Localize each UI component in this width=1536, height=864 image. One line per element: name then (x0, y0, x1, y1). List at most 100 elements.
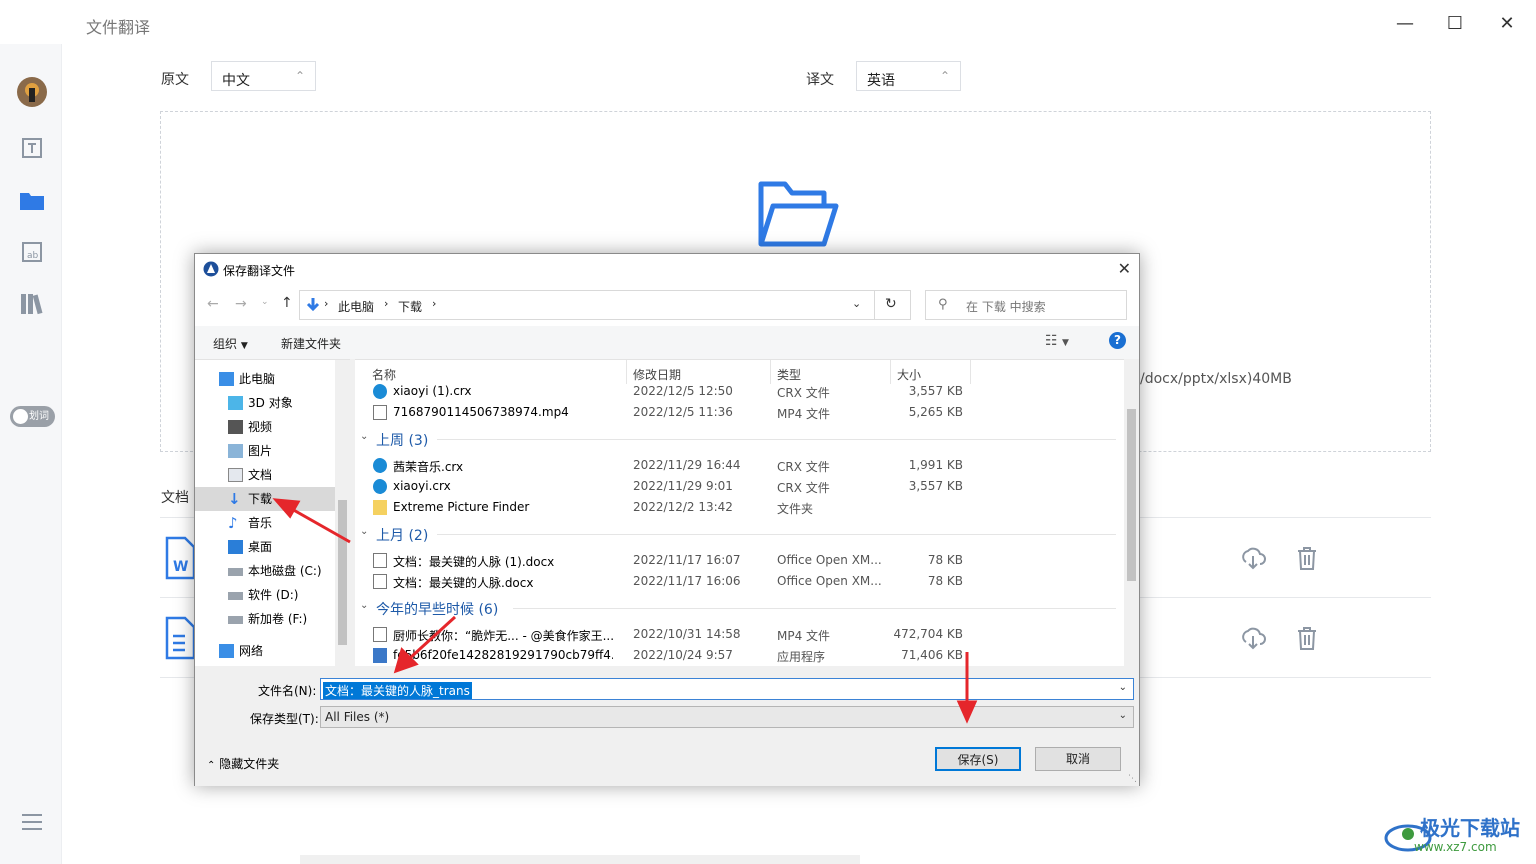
chevron-down-icon: ⌄ (1118, 682, 1127, 693)
cancel-button[interactable]: 取消 (1035, 747, 1121, 771)
avatar[interactable] (16, 76, 48, 108)
close-icon[interactable]: ✕ (1118, 259, 1131, 278)
filetype-select[interactable]: All Files (*) ⌄ (320, 706, 1134, 728)
drive-icon (228, 616, 243, 624)
file-date: 2022/12/2 13:42 (633, 500, 733, 514)
file-type: CRX 文件 (777, 460, 830, 474)
list-item[interactable]: xiaoyi (1).crx 2022/12/5 12:50 CRX 文件 3,557… (355, 381, 1124, 402)
library-icon[interactable] (16, 288, 48, 320)
address-bar[interactable]: › 此电脑 › 下载 › ⌄ ↻ (299, 290, 911, 320)
picture-icon (228, 444, 243, 458)
file-date: 2022/12/5 12:50 (633, 384, 733, 398)
document-file-icon (165, 616, 196, 660)
file-translate-window: 文件翻译 — ☐ ✕ ab 划词 原文 中文 ⌃ 译文 英语 ⌃ /docx/ppt… (0, 0, 1536, 864)
trash-icon[interactable] (1294, 545, 1320, 571)
file-type: Office Open XM... (777, 574, 882, 588)
trash-icon[interactable] (1294, 625, 1320, 651)
save-button[interactable]: 保存(S) (935, 747, 1021, 771)
close-icon[interactable]: ✕ (1494, 12, 1520, 34)
scrollbar-thumb[interactable] (338, 500, 347, 645)
word-file-icon: W (165, 536, 196, 580)
file-type: CRX 文件 (777, 481, 830, 495)
text-translate-icon[interactable] (16, 132, 48, 164)
menu-icon[interactable] (16, 806, 48, 838)
chevron-down-icon: ▼ (240, 341, 248, 351)
organize-menu[interactable]: 组织 ▼ (213, 335, 248, 352)
list-scrollbar[interactable] (1124, 359, 1139, 666)
breadcrumb-item[interactable]: 此电脑 (338, 298, 374, 315)
recent-chevron-icon[interactable]: ⌄ (261, 297, 269, 307)
download-icon[interactable] (1240, 545, 1266, 571)
view-options-icon[interactable]: ☷ ▼ (1045, 333, 1069, 349)
chevron-down-icon: ⌄ (360, 431, 369, 442)
new-folder-button[interactable]: 新建文件夹 (281, 335, 341, 352)
list-item[interactable]: 厨师长教你：“脆炸无... - @美食作家王... 2022/10/31 14:5… (355, 624, 1124, 645)
cube-icon (228, 396, 243, 410)
file-name: fe5b6f20fe14282819291790cb79ff4.... (393, 648, 613, 662)
list-item[interactable]: 文档：最关键的人脉.docx 2022/11/17 16:06 Office Ope… (355, 571, 1124, 592)
doc-section-label: 文档 (161, 490, 189, 506)
divider (437, 439, 1116, 440)
search-box[interactable]: ⚲ 在 下载 中搜索 (925, 290, 1127, 320)
download-icon (306, 298, 320, 312)
list-item[interactable]: xiaoyi.crx 2022/11/29 9:01 CRX 文件 3,557 KB (355, 476, 1124, 497)
file-date: 2022/10/24 9:57 (633, 648, 733, 662)
chevron-down-icon[interactable]: ⌄ (852, 297, 861, 310)
divider (874, 291, 875, 319)
file-date: 2022/11/29 9:01 (633, 479, 733, 493)
nav-label: 此电脑 (239, 372, 276, 386)
file-icon (373, 574, 387, 589)
filetype-label: 保存类型(T): (250, 712, 319, 726)
nav-label: 音乐 (248, 516, 273, 530)
source-lang-select[interactable]: 中文 ⌃ (211, 61, 316, 91)
refresh-icon[interactable]: ↻ (885, 296, 897, 312)
source-lang-value: 中文 (222, 73, 250, 89)
list-item[interactable]: fe5b6f20fe14282819291790cb79ff4.... 2022/… (355, 645, 1124, 666)
folder-icon[interactable] (16, 184, 48, 216)
drive-icon (228, 568, 243, 576)
breadcrumb-sep: › (324, 297, 329, 310)
open-folder-icon (758, 181, 839, 247)
target-lang-select[interactable]: 英语 ⌃ (856, 61, 961, 91)
list-item[interactable]: 716879011450673​8974.mp4 2022/12/5 11:36 M… (355, 402, 1124, 423)
download-icon: ↓ (228, 490, 241, 508)
svg-text:W: W (173, 559, 188, 575)
app-logo-icon (203, 261, 219, 277)
list-item[interactable]: Extreme Picture Finder 2022/12/2 13:42 文件夹 (355, 497, 1124, 518)
image-translate-icon[interactable]: ab (16, 236, 48, 268)
file-name: 茜茉音乐.crx (393, 460, 464, 474)
nav-label: 新加卷 (F:) (248, 612, 308, 626)
breadcrumb-item[interactable]: 下载 (398, 298, 422, 315)
word-select-toggle[interactable]: 划词 (10, 406, 55, 427)
scrollbar-thumb[interactable] (1127, 409, 1136, 581)
minimize-icon[interactable]: — (1392, 12, 1418, 34)
list-item[interactable]: 茜茉音乐.crx 2022/11/29 16:44 CRX 文件 1,991 KB (355, 455, 1124, 476)
group-header[interactable]: ⌄ 上周 (3) (355, 428, 1124, 450)
chevron-down-icon: ⌄ (1118, 710, 1127, 721)
forward-arrow-icon[interactable]: → (235, 296, 247, 312)
up-arrow-icon[interactable]: ↑ (281, 295, 293, 311)
file-size: 1,991 KB (908, 458, 963, 472)
file-size: 472,704 KB (893, 627, 963, 641)
hide-folders-toggle[interactable]: ⌃ 隐藏文件夹 (207, 755, 279, 772)
nav-scrollbar[interactable] (335, 360, 350, 667)
file-name: xiaoyi (1).crx (393, 384, 472, 398)
maximize-icon[interactable]: ☐ (1442, 12, 1468, 34)
download-icon[interactable] (1240, 625, 1266, 651)
file-type: MP4 文件 (777, 407, 831, 421)
desktop-icon (228, 540, 243, 554)
file-date: 2022/10/31 14:58 (633, 627, 741, 641)
file-name: 厨师长教你：“脆炸无... - @美食作家王... (393, 629, 613, 643)
back-arrow-icon[interactable]: ← (207, 296, 219, 312)
help-icon[interactable]: ? (1109, 332, 1126, 349)
resize-grip-icon[interactable]: ⋱ (1128, 774, 1137, 784)
group-header[interactable]: ⌄ 上月 (2) (355, 523, 1124, 545)
group-header[interactable]: ⌄ 今年的早些时候 (6) (355, 597, 1124, 619)
filename-input[interactable]: 文档：最关键的人脉_trans ⌄ (320, 678, 1134, 700)
dialog-title-bar: 保存翻译文件 ✕ (195, 254, 1139, 284)
save-file-dialog: 保存翻译文件 ✕ ← → ⌄ ↑ › 此电脑 › 下载 › ⌄ ↻ ⚲ 在 下载… (194, 253, 1140, 786)
list-item[interactable]: 文档：最关键的人脉 (1).docx 2022/11/17 16:07 Office… (355, 550, 1124, 571)
file-date: 2022/11/17 16:07 (633, 553, 741, 567)
target-label: 译文 (806, 72, 834, 88)
group-label: 上月 (2) (376, 528, 429, 544)
